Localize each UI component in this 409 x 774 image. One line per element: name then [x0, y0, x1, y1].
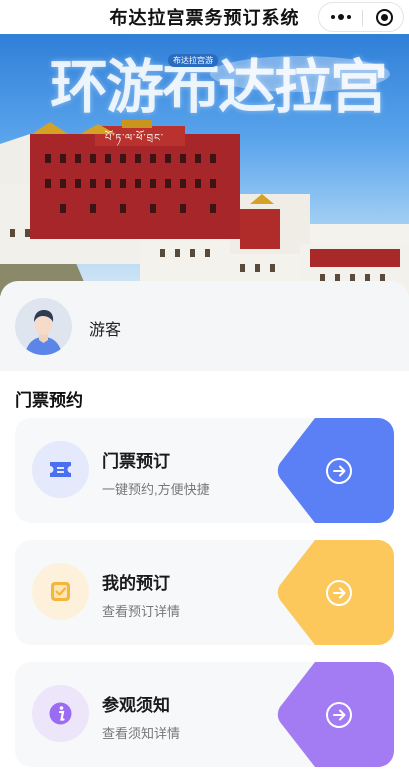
more-dots-icon[interactable]	[319, 3, 362, 31]
arrow-right-icon[interactable]	[326, 702, 352, 728]
capsule-divider	[362, 10, 363, 26]
ticket-booking-card[interactable]: 门票预订 一键预约,方便快捷	[15, 418, 394, 523]
card-subtitle: 查看预订详情	[102, 604, 181, 619]
user-avatar-icon	[15, 298, 72, 355]
card-title: 参观须知	[102, 696, 170, 715]
card-subtitle: 一键预约,方便快捷	[102, 482, 210, 497]
info-icon	[32, 685, 89, 742]
checklist-icon	[32, 563, 89, 620]
banner-title: 环游布达拉宫	[50, 53, 388, 121]
card-title: 我的预订	[102, 574, 170, 593]
target-circle-icon[interactable]	[376, 9, 393, 26]
ticket-icon	[32, 441, 89, 498]
navigation-bar: 布达拉宫票务预订系统	[0, 0, 409, 34]
card-subtitle: 查看须知详情	[102, 726, 181, 741]
card-title: 门票预订	[102, 452, 170, 471]
banner-tag: 布达拉宫游	[168, 54, 218, 67]
banner-tibetan-text: པོ་ཏ་ལ་ཕོ་བྲང་	[105, 133, 164, 144]
section-title: 门票预约	[15, 391, 83, 410]
username: 游客	[89, 322, 122, 339]
arrow-right-icon[interactable]	[326, 458, 352, 484]
arrow-right-icon[interactable]	[326, 580, 352, 606]
visit-notice-card[interactable]: 参观须知 查看须知详情	[15, 662, 394, 767]
my-booking-card[interactable]: 我的预订 查看预订详情	[15, 540, 394, 645]
mini-program-capsule	[318, 2, 404, 32]
banner-image: 环游布达拉宫 布达拉宫游 པོ་ཏ་ལ་ཕོ་བྲང་	[0, 34, 409, 296]
